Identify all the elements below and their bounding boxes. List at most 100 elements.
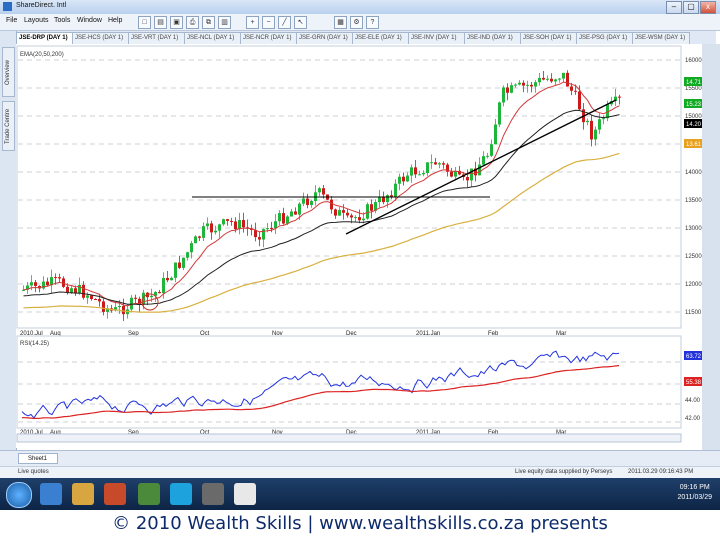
save-icon[interactable]: ▣ <box>170 16 183 29</box>
rsi-y-label: 44.00 <box>685 398 701 404</box>
candle-body <box>194 236 197 244</box>
candle-body <box>178 262 181 268</box>
candle-body <box>66 286 69 293</box>
price-y-label: 16000 <box>685 58 702 64</box>
candle-body <box>278 213 281 222</box>
line-tool-icon[interactable]: ╱ <box>278 16 291 29</box>
folder-icon[interactable] <box>72 483 94 505</box>
print-icon[interactable]: ⎙ <box>186 16 199 29</box>
candle-body <box>298 203 301 215</box>
sheet-tab[interactable]: Sheet1 <box>18 453 58 464</box>
clock-time: 09:16 PM <box>679 484 710 491</box>
system-clock[interactable]: 09:16 PM 2011/03/29 <box>677 483 712 503</box>
open-icon[interactable]: ▤ <box>154 16 167 29</box>
settings-icon[interactable]: ⚙ <box>350 16 363 29</box>
copy-icon[interactable]: ⧉ <box>202 16 215 29</box>
cursor-icon[interactable]: ↖ <box>294 16 307 29</box>
candle-body <box>370 204 373 211</box>
candle-body <box>162 277 165 294</box>
media-icon[interactable] <box>104 483 126 505</box>
menu-layouts[interactable]: Layouts <box>24 17 49 24</box>
tools-icon[interactable] <box>138 483 160 505</box>
menu-tools[interactable]: Tools <box>54 17 70 24</box>
candle-body <box>134 297 137 299</box>
rsi-panel <box>16 335 682 429</box>
candle-body <box>590 120 593 140</box>
candle-body <box>542 77 545 80</box>
candle-body <box>418 174 421 176</box>
price-marker: 14.71 <box>684 77 702 86</box>
grid-icon[interactable]: ▦ <box>334 16 347 29</box>
tab-label: JSE-INV (DAY 1) <box>411 35 457 41</box>
candle-body <box>218 224 221 231</box>
stock-chart[interactable]: EMA(20,50,200) 1600015500150001450014000… <box>16 44 702 448</box>
candle-body <box>310 201 313 206</box>
title-bar: ShareDirect. Intl – ▢ x <box>0 0 720 15</box>
footer-caption: © 2010 Wealth Skills | www.wealthskills.… <box>0 510 720 540</box>
candle-body <box>390 195 393 197</box>
candle-body <box>578 91 581 110</box>
sharedirect-icon[interactable] <box>202 483 224 505</box>
side-tab-overview[interactable]: Overview <box>2 47 15 97</box>
candle-body <box>486 155 489 157</box>
new-icon[interactable]: □ <box>138 16 151 29</box>
candle-body <box>70 288 73 293</box>
status-left: Live quotes <box>18 469 49 475</box>
status-timestamp: 2011.03.29 09:16:43 PM <box>628 469 694 475</box>
skype-icon[interactable] <box>170 483 192 505</box>
document-icon[interactable] <box>234 483 256 505</box>
candle-body <box>302 198 305 204</box>
price-legend: EMA(20,50,200) <box>20 52 64 58</box>
candle-body <box>554 79 557 82</box>
help-icon[interactable]: ? <box>366 16 379 29</box>
side-tab-trade-centre[interactable]: Trade Centre <box>2 101 15 151</box>
candle-body <box>330 199 333 210</box>
rsi-marker: 55.38 <box>684 377 702 386</box>
candle-body <box>382 197 385 203</box>
price-y-label: 13500 <box>685 198 702 204</box>
candle-body <box>434 162 437 165</box>
candle-body <box>266 228 269 230</box>
tab-label: JSE-SOH (DAY 1) <box>523 35 572 41</box>
candle-body <box>202 226 205 238</box>
start-button[interactable] <box>6 482 32 508</box>
tab-label: JSE-PSG (DAY 1) <box>579 35 628 41</box>
candle-body <box>102 301 105 312</box>
rsi-marker: 63.72 <box>684 351 702 360</box>
right-scroll-strip[interactable] <box>702 44 720 459</box>
ie-icon[interactable] <box>40 483 62 505</box>
candle-body <box>82 284 85 298</box>
zoom-out-icon[interactable]: − <box>262 16 275 29</box>
candle-body <box>34 282 37 286</box>
maximize-button[interactable]: ▢ <box>683 1 699 14</box>
price-y-label: 14000 <box>685 170 702 176</box>
menu-help[interactable]: Help <box>108 17 122 24</box>
chart-icon[interactable]: ▥ <box>218 16 231 29</box>
candle-body <box>170 277 173 281</box>
candle-body <box>182 257 185 268</box>
candle-body <box>322 188 325 195</box>
candle-body <box>198 236 201 238</box>
price-marker: 15.23 <box>684 99 702 108</box>
candle-body <box>98 299 101 302</box>
tab-label: JSE-NCL (DAY 1) <box>187 35 235 41</box>
zoom-in-icon[interactable]: + <box>246 16 259 29</box>
candle-body <box>546 78 549 80</box>
candle-body <box>238 220 241 230</box>
horizontal-scrollbar[interactable] <box>16 433 682 443</box>
candle-body <box>174 262 177 278</box>
candle-body <box>58 277 61 279</box>
price-y-label: 11500 <box>685 310 702 316</box>
minimize-button[interactable]: – <box>666 1 682 14</box>
app-icon <box>3 2 12 11</box>
price-marker: 14.20 <box>684 119 702 128</box>
candle-body <box>430 162 433 164</box>
candle-body <box>358 217 361 221</box>
close-button[interactable]: x <box>700 1 716 14</box>
candle-body <box>406 175 409 182</box>
candle-body <box>442 163 445 165</box>
menu-window[interactable]: Window <box>77 17 102 24</box>
candle-body <box>350 215 353 218</box>
candle-body <box>466 177 469 181</box>
menu-file[interactable]: File <box>6 17 17 24</box>
